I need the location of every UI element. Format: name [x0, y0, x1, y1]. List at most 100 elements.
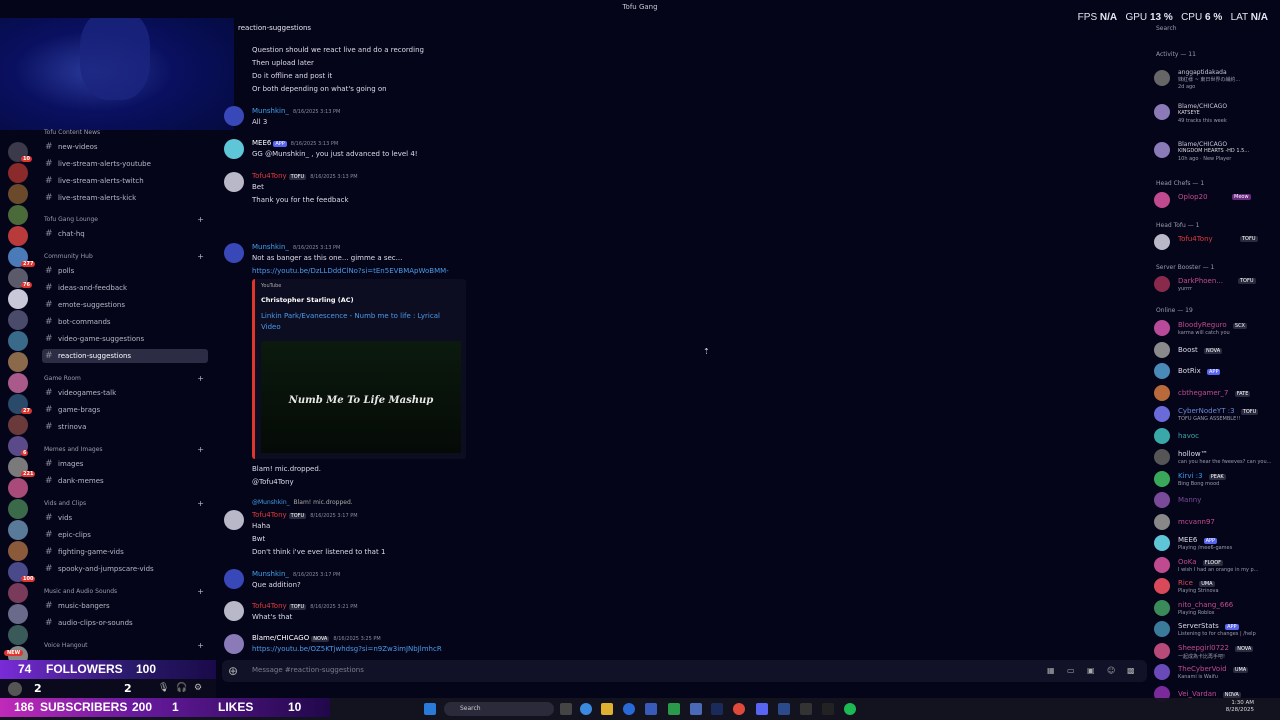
message-composer[interactable]: ⊕ Message #reaction-suggestions ▦ ▭ ▣ ☺ … [222, 660, 1147, 682]
member-item[interactable]: Tofu4Tony TOFU [1154, 232, 1278, 252]
server-icon[interactable]: 221 [8, 457, 36, 477]
member-item[interactable]: hollow™ can you hear the fweeves? can you… [1154, 447, 1278, 467]
channel-ideas[interactable]: # ideas-and-feedback [42, 281, 208, 295]
server-icon[interactable] [8, 541, 28, 561]
category-lounge[interactable]: Tofu Gang Lounge + [44, 215, 210, 225]
add-attachment-icon[interactable]: ⊕ [228, 664, 238, 678]
channel-polls[interactable]: # polls [42, 264, 208, 278]
member-item[interactable]: DarkPhoen... TOFU yurrrr [1154, 274, 1278, 294]
member-item[interactable]: BloodyReguro SCX karma will catch you [1154, 318, 1278, 338]
category-music[interactable]: Music and Audio Sounds + [44, 587, 210, 597]
member-item[interactable]: Kirvi :3 PEAK Bing Bong mood [1154, 469, 1278, 489]
channel-reaction-suggestions[interactable]: # reaction-suggestions [42, 349, 208, 363]
server-icon[interactable]: 76 [8, 268, 32, 288]
server-icon[interactable] [8, 583, 28, 603]
author-name[interactable]: Munshkin_ [252, 107, 289, 115]
store-icon[interactable] [645, 703, 657, 715]
video-thumbnail[interactable]: Numb Me To Life Mashup [261, 341, 461, 453]
channel-music-bangers[interactable]: # music-bangers [42, 599, 208, 613]
edge-icon[interactable] [580, 703, 592, 715]
avatar[interactable] [224, 634, 244, 654]
activity-item[interactable]: Blame/CHICAGO KATSEYE 49 tracks this week [1154, 102, 1278, 124]
settings-gear-icon[interactable]: ⚙ [194, 683, 202, 693]
server-icon[interactable] [8, 478, 28, 498]
member-item[interactable]: Sheepgirl0722 NOVA 一起成為卡比再手吧! [1154, 641, 1278, 661]
author-name[interactable]: Tofu4Tony [252, 511, 287, 519]
channel-audio-clips[interactable]: # audio-clips-or-sounds [42, 616, 208, 630]
avatar[interactable] [224, 243, 244, 263]
server-icon[interactable] [8, 310, 28, 330]
emoji-icon[interactable]: ☺ [1107, 666, 1117, 676]
headphones-icon[interactable]: 🎧 [176, 683, 187, 693]
avatar[interactable] [224, 510, 244, 530]
server-icon[interactable]: 10 [8, 142, 32, 162]
channel-strinova[interactable]: # strinova [42, 420, 208, 434]
server-icon[interactable] [8, 205, 28, 225]
category-content-news[interactable]: Tofu Content News [44, 128, 210, 138]
server-icon[interactable]: 6 [8, 436, 29, 456]
member-item[interactable]: CyberNodeYT :3 TOFU TOFU GANG ASSEMBLE!! [1154, 404, 1278, 424]
channel-epic-clips[interactable]: # epic-clips [42, 528, 208, 542]
capcut-icon[interactable] [822, 703, 834, 715]
server-icon[interactable] [8, 499, 28, 519]
avatar[interactable] [224, 139, 244, 159]
author-name[interactable]: Tofu4Tony [252, 172, 287, 180]
obs-icon[interactable] [800, 703, 812, 715]
search-input[interactable]: Search [1148, 22, 1272, 36]
member-item[interactable]: Oplop20 Meow [1154, 190, 1278, 210]
author-name[interactable]: Blame/CHICAGO [252, 634, 309, 642]
channel-game-brags[interactable]: # game-brags [42, 403, 208, 417]
embed-author[interactable]: Christopher Starling (AC) [261, 296, 354, 304]
activity-item[interactable]: Blame/CHICAGO KINGDOM HEARTS -HD 1.5... 10… [1154, 140, 1278, 162]
category-community[interactable]: Community Hub + [44, 252, 210, 262]
server-icon[interactable] [8, 226, 28, 246]
reply-preview[interactable]: @Munshkin_ Blam! mic.dropped. [252, 499, 353, 506]
author-name[interactable]: MEE6 [252, 139, 271, 147]
server-icon[interactable]: 277 [8, 247, 36, 267]
avatar[interactable] [224, 569, 244, 589]
member-item[interactable]: nito_chang_666 Playing Roblox [1154, 598, 1278, 618]
message-mention[interactable]: @Tofu4Tony [252, 478, 294, 486]
channel-spooky[interactable]: # spooky-and-jumpscare-vids [42, 562, 208, 576]
taskbar-clock[interactable]: 1:30 AM 8/28/2025 [1226, 700, 1254, 714]
channel-chat-hq[interactable]: # chat-hq [42, 227, 208, 241]
sticker-icon[interactable]: ▣ [1087, 666, 1097, 676]
member-item[interactable]: havoc [1154, 426, 1278, 446]
author-name[interactable]: Munshkin_ [252, 570, 289, 578]
category-voice[interactable]: Voice Hangout + [44, 641, 210, 651]
apps-icon[interactable]: ▩ [1127, 666, 1137, 676]
steam-icon[interactable] [778, 703, 790, 715]
channel-dank-memes[interactable]: # dank-memes [42, 474, 208, 488]
member-item[interactable]: TheCyberVoid UMA Kanami is Waifu [1154, 662, 1278, 682]
server-icon[interactable] [8, 184, 28, 204]
member-item[interactable]: MEE6 APP Playing /mee6-games [1154, 533, 1278, 553]
channel-bot-commands[interactable]: # bot-commands [42, 315, 208, 329]
taskbar-search[interactable]: Search [444, 702, 554, 716]
task-view-icon[interactable] [560, 703, 572, 715]
author-name[interactable]: Munshkin_ [252, 243, 289, 251]
channel-live-twitch[interactable]: # live-stream-alerts-twitch [42, 174, 208, 188]
member-item[interactable]: Manny [1154, 490, 1278, 510]
server-icon[interactable] [8, 163, 28, 183]
avatar[interactable] [224, 106, 244, 126]
gif-icon[interactable]: ▭ [1067, 666, 1077, 676]
activity-item[interactable]: anggaptidakada 妹紅様 ~ 東日世界の繊約... 2d ago [1154, 68, 1278, 90]
browser-icon[interactable] [623, 703, 635, 715]
message-link[interactable]: https://youtu.be/OZ5KTjwhdsg?si=n9Zw3imJ… [252, 645, 442, 653]
member-item[interactable]: OoKa FLOOF I wish I had an orange in my p… [1154, 555, 1278, 575]
member-item[interactable]: mcvann97 [1154, 512, 1278, 532]
category-game-room[interactable]: Game Room + [44, 374, 210, 384]
file-explorer-icon[interactable] [601, 703, 613, 715]
gift-icon[interactable]: ▦ [1047, 666, 1057, 676]
author-name[interactable]: Tofu4Tony [252, 602, 287, 610]
avatar[interactable] [8, 682, 22, 696]
avatar[interactable] [224, 172, 244, 192]
avatar[interactable] [224, 601, 244, 621]
member-item[interactable]: cbthegamer_7 FATE [1154, 383, 1278, 403]
category-memes[interactable]: Memes and Images + [44, 445, 210, 455]
chrome-icon[interactable] [733, 703, 745, 715]
server-icon[interactable] [8, 352, 28, 372]
server-icon[interactable] [8, 520, 28, 540]
channel-new-videos[interactable]: # new-videos [42, 140, 208, 154]
photoshop-icon[interactable] [711, 703, 723, 715]
